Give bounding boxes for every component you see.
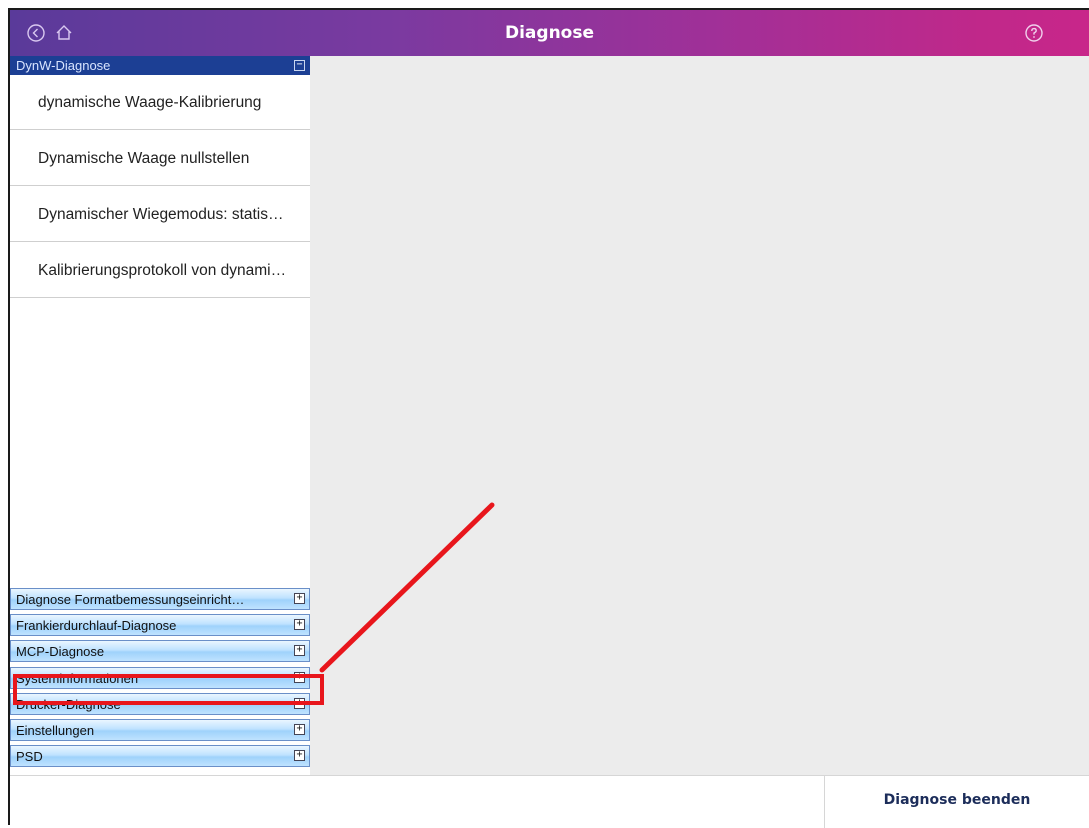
app-window: Diagnose DynW-Diagnose − dynamische Waag… xyxy=(8,8,1089,828)
annotation-arrow xyxy=(319,502,495,673)
